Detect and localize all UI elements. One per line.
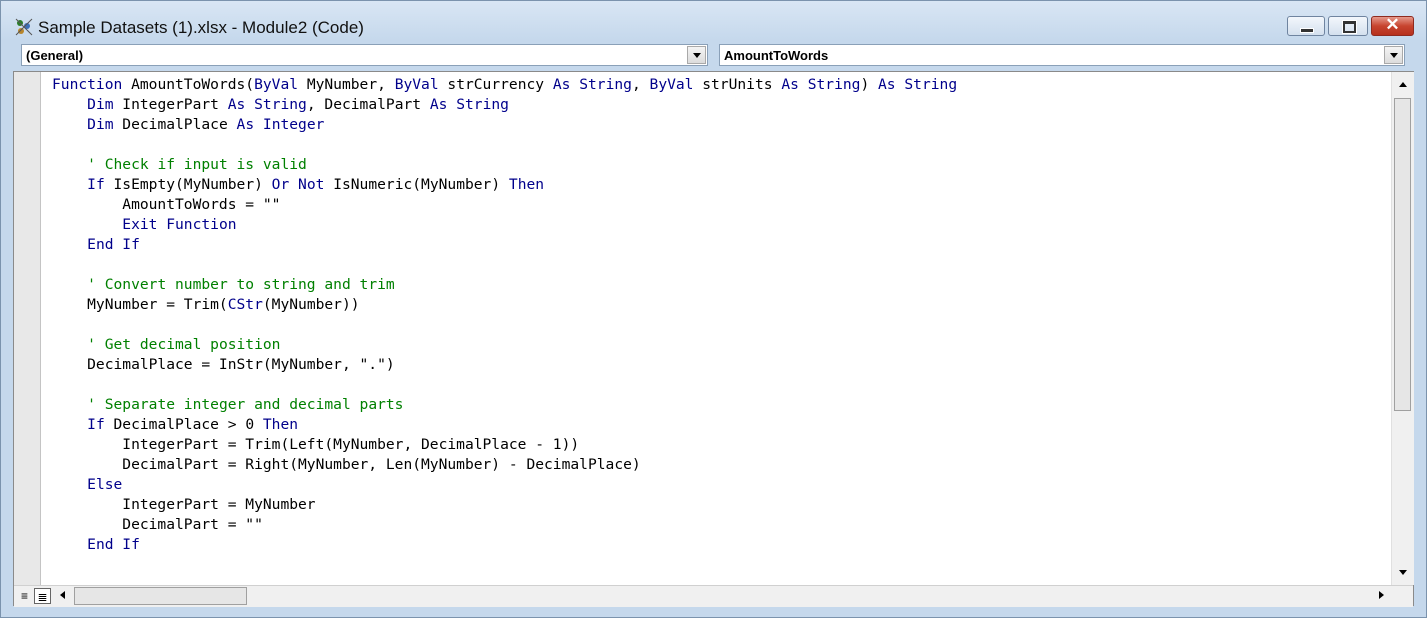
code-line: DecimalPlace = InStr(MyNumber, ".") [52,356,395,373]
code-line: ' Convert number to string and trim [87,276,395,293]
procedure-view-button[interactable]: ≡ [16,588,33,604]
code-line: Dim DecimalPlace As Integer [87,116,325,133]
procedure-dropdown[interactable]: AmountToWords [719,44,1405,66]
vertical-scroll-thumb[interactable] [1394,98,1411,411]
title-bar[interactable]: Sample Datasets (1).xlsx - Module2 (Code… [1,1,1426,41]
vba-module-icon [15,18,33,36]
object-dropdown[interactable]: (General) [21,44,708,66]
margin-indicator-bar[interactable] [14,72,41,585]
code-line: If IsEmpty(MyNumber) Or Not IsNumeric(My… [87,176,545,193]
code-line: ' Check if input is valid [87,156,307,173]
code-line: Dim IntegerPart As String, DecimalPart A… [87,96,509,113]
code-window: Sample Datasets (1).xlsx - Module2 (Code… [0,0,1427,618]
horizontal-scroll-thumb[interactable] [74,587,247,605]
scroll-up-icon[interactable] [1393,75,1413,95]
maximize-button[interactable] [1328,16,1368,36]
code-line: Exit Function [122,216,237,233]
code-line: End If [87,536,140,553]
code-line: Else [87,476,123,493]
minimize-button[interactable] [1287,16,1325,36]
code-line: IntegerPart = MyNumber [52,496,316,513]
bottom-bar: ≡ ≣ [14,585,1413,607]
scroll-down-icon[interactable] [1393,563,1413,583]
code-line: AmountToWords = "" [52,196,281,213]
procedure-dropdown-value: AmountToWords [724,48,829,63]
code-line: If DecimalPlace > 0 Then [87,416,299,433]
code-text[interactable]: Function AmountToWords(ByVal MyNumber, B… [52,75,957,555]
code-editor[interactable]: Function AmountToWords(ByVal MyNumber, B… [13,71,1414,607]
code-line: Function AmountToWords(ByVal MyNumber, B… [52,76,958,93]
code-line: IntegerPart = Trim(Left(MyNumber, Decima… [52,436,580,453]
code-line: DecimalPart = Right(MyNumber, Len(MyNumb… [52,456,641,473]
close-icon: ✕ [1385,15,1400,34]
object-dropdown-value: (General) [26,48,84,63]
window-title: Sample Datasets (1).xlsx - Module2 (Code… [38,18,364,37]
scroll-right-icon[interactable] [1371,586,1391,606]
code-line: DecimalPart = "" [52,516,263,533]
vertical-scrollbar[interactable] [1391,72,1414,585]
dropdown-arrow-icon[interactable] [1384,46,1403,64]
code-line: ' Get decimal position [87,336,281,353]
code-line: MyNumber = Trim(CStr(MyNumber)) [52,296,360,313]
scroll-left-icon[interactable] [54,586,74,606]
close-button[interactable]: ✕ [1371,15,1414,36]
full-module-view-button[interactable]: ≣ [34,588,51,604]
code-line: End If [87,236,140,253]
code-line: ' Separate integer and decimal parts [87,396,404,413]
dropdown-arrow-icon[interactable] [687,46,706,64]
